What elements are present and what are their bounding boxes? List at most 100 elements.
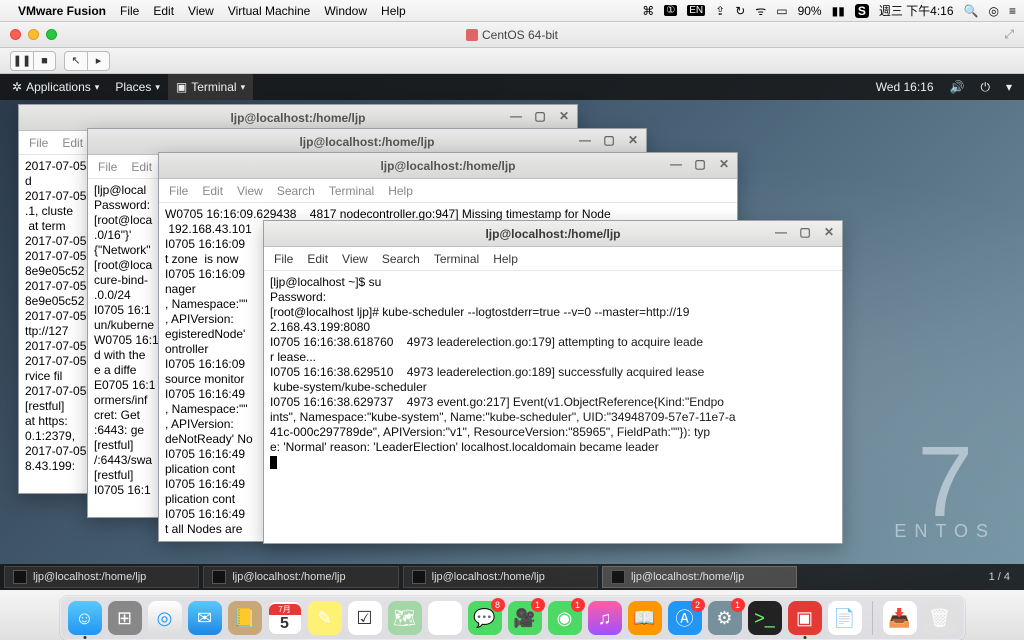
menu-item[interactable]: File: [169, 184, 188, 198]
appstore-icon[interactable]: Ⓐ2: [668, 601, 702, 635]
maps-icon[interactable]: 🗺: [388, 601, 422, 635]
menu-window[interactable]: Window: [324, 4, 367, 18]
safari-icon[interactable]: ◎: [148, 601, 182, 635]
status-icon[interactable]: EN: [687, 5, 705, 16]
terminal-menubar: File Edit View Search Terminal Help: [159, 179, 737, 203]
messages-icon[interactable]: 💬8: [468, 601, 502, 635]
taskbar-item[interactable]: ljp@localhost:/home/ljp: [203, 566, 398, 588]
menu-view[interactable]: View: [188, 4, 214, 18]
close-icon[interactable]: ✕: [717, 157, 731, 171]
mail-icon[interactable]: ✉: [188, 601, 222, 635]
tool-button[interactable]: ▸: [87, 52, 109, 70]
menu-file[interactable]: File: [120, 4, 139, 18]
menu-item[interactable]: Edit: [202, 184, 223, 198]
menu-virtual-machine[interactable]: Virtual Machine: [228, 4, 311, 18]
close-icon[interactable]: ✕: [557, 109, 571, 123]
menu-edit[interactable]: Edit: [153, 4, 174, 18]
menu-item[interactable]: Help: [388, 184, 413, 198]
minimize-icon[interactable]: —: [774, 225, 788, 239]
status-icon[interactable]: ①: [664, 5, 677, 16]
calendar-month: 7月: [269, 604, 301, 615]
workspace-indicator[interactable]: 1 / 4: [979, 571, 1020, 583]
calendar-icon[interactable]: 7月 5: [268, 601, 302, 635]
places-menu[interactable]: Places ▾: [107, 74, 168, 100]
status-icon[interactable]: ⌘: [642, 4, 654, 18]
launchpad-icon[interactable]: ⊞: [108, 601, 142, 635]
maximize-icon[interactable]: ▢: [602, 133, 616, 147]
minimize-icon[interactable]: —: [669, 157, 683, 171]
taskbar-item-active[interactable]: ljp@localhost:/home/ljp: [602, 566, 797, 588]
contacts-icon[interactable]: 📒: [228, 601, 262, 635]
minimize-icon[interactable]: —: [509, 109, 523, 123]
menu-item[interactable]: Help: [493, 252, 518, 266]
menu-item[interactable]: Search: [277, 184, 315, 198]
power-icon[interactable]: ⏻: [972, 74, 998, 100]
applications-menu[interactable]: ✲ Applications ▾: [4, 74, 107, 100]
vmware-icon[interactable]: ▣: [788, 601, 822, 635]
close-icon[interactable]: ✕: [822, 225, 836, 239]
menu-help[interactable]: Help: [381, 4, 406, 18]
wechat-icon[interactable]: ◉1: [548, 601, 582, 635]
vm-snapshot-controls: ↖ ▸: [64, 51, 110, 71]
terminal-icon[interactable]: >_: [748, 601, 782, 635]
notes-icon[interactable]: ✎: [308, 601, 342, 635]
stop-button[interactable]: ■: [33, 52, 55, 70]
menu-item[interactable]: File: [29, 136, 48, 150]
tool-button[interactable]: ↖: [65, 52, 87, 70]
user-menu[interactable]: ▾: [998, 74, 1020, 100]
menu-item[interactable]: View: [342, 252, 368, 266]
battery-percent[interactable]: 90%: [798, 4, 822, 18]
maximize-icon[interactable]: ▢: [693, 157, 707, 171]
terminal-body[interactable]: [ljp@localhost ~]$ su Password: [root@lo…: [264, 271, 842, 543]
menu-item[interactable]: Edit: [307, 252, 328, 266]
pause-button[interactable]: ❚❚: [11, 52, 33, 70]
terminal-window-active[interactable]: ljp@localhost:/home/ljp — ▢ ✕ File Edit …: [263, 220, 843, 544]
menu-item[interactable]: Search: [382, 252, 420, 266]
textedit-icon[interactable]: 📄: [828, 601, 862, 635]
maximize-icon[interactable]: ▢: [533, 109, 547, 123]
gnome-clock[interactable]: Wed 16:16: [868, 74, 942, 100]
downloads-icon[interactable]: 📥: [883, 601, 917, 635]
close-button[interactable]: [10, 29, 21, 40]
terminal-titlebar[interactable]: ljp@localhost:/home/ljp — ▢ ✕: [264, 221, 842, 247]
finder-icon[interactable]: ☺: [68, 601, 102, 635]
preferences-icon[interactable]: ⚙1: [708, 601, 742, 635]
menu-item[interactable]: Terminal: [434, 252, 479, 266]
siri-icon[interactable]: ◎: [989, 4, 999, 18]
notification-center-icon[interactable]: ≡: [1009, 4, 1016, 18]
ibooks-icon[interactable]: 📖: [628, 601, 662, 635]
menu-item[interactable]: Edit: [62, 136, 83, 150]
reminders-icon[interactable]: ☑: [348, 601, 382, 635]
fullscreen-icon[interactable]: ⤢: [1004, 27, 1014, 42]
menu-item[interactable]: Edit: [131, 160, 152, 174]
menu-item[interactable]: View: [237, 184, 263, 198]
menu-item[interactable]: File: [98, 160, 117, 174]
battery-icon[interactable]: ▮▮: [832, 4, 845, 18]
spotlight-icon[interactable]: 🔍: [964, 4, 979, 18]
photos-icon[interactable]: ✿: [428, 601, 462, 635]
sync-icon[interactable]: ↻: [735, 4, 745, 18]
clock[interactable]: 週三 下午4:16: [879, 2, 954, 19]
volume-icon[interactable]: 🔊: [942, 74, 973, 100]
terminal-titlebar[interactable]: ljp@localhost:/home/ljp — ▢ ✕: [159, 153, 737, 179]
menu-item[interactable]: File: [274, 252, 293, 266]
status-icon[interactable]: S: [855, 4, 869, 18]
taskbar-item[interactable]: ljp@localhost:/home/ljp: [403, 566, 598, 588]
dock-separator: [872, 601, 873, 635]
trash-icon[interactable]: 🗑: [923, 601, 957, 635]
facetime-icon[interactable]: 🎥1: [508, 601, 542, 635]
terminal-appmenu[interactable]: ▣ Terminal ▾: [168, 74, 253, 100]
minimize-icon[interactable]: —: [578, 133, 592, 147]
maximize-icon[interactable]: ▢: [798, 225, 812, 239]
wifi-icon[interactable]: ᯤ: [755, 2, 766, 19]
taskbar-item[interactable]: ljp@localhost:/home/ljp: [4, 566, 199, 588]
menu-item[interactable]: Terminal: [329, 184, 374, 198]
minimize-button[interactable]: [28, 29, 39, 40]
badge: 8: [491, 598, 505, 612]
app-name[interactable]: VMware Fusion: [18, 4, 106, 18]
itunes-icon[interactable]: ♫: [588, 601, 622, 635]
close-icon[interactable]: ✕: [626, 133, 640, 147]
zoom-button[interactable]: [46, 29, 57, 40]
display-icon[interactable]: ▭: [776, 4, 787, 18]
dropbox-icon[interactable]: ⇪: [715, 4, 725, 18]
